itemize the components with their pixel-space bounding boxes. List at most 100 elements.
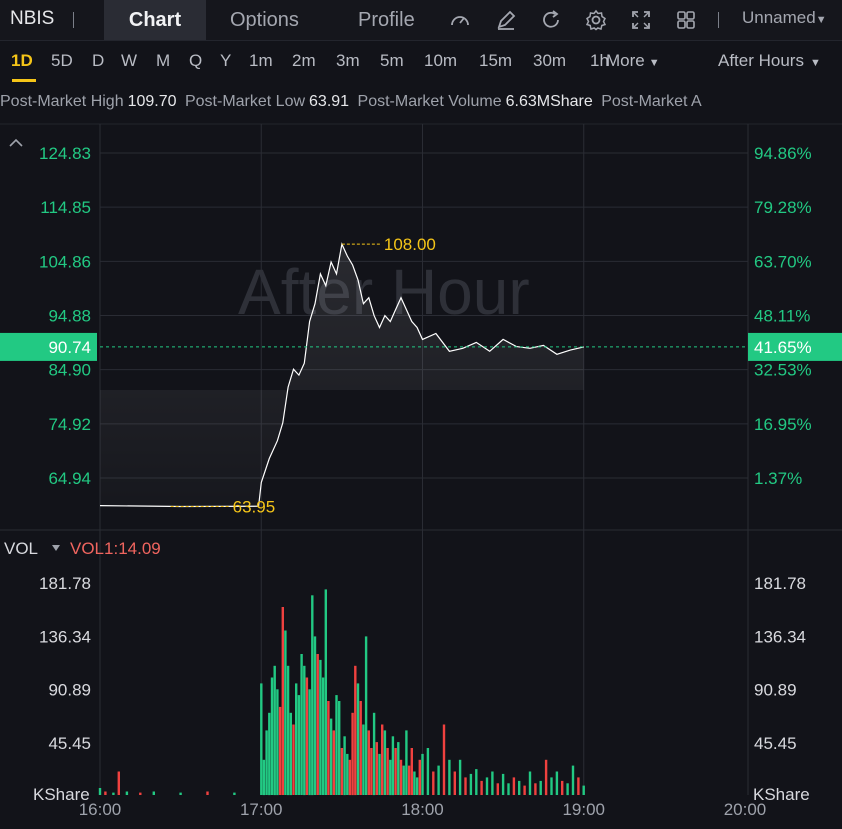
x-axis-tick-label: 17:00 [240, 800, 283, 819]
volume-bar [300, 654, 303, 795]
volume-bar [292, 724, 295, 795]
price-axis-label: 94.88 [48, 307, 91, 326]
volume-bar [356, 683, 360, 795]
volume-bar [297, 695, 301, 795]
volume-bar [577, 777, 580, 795]
low-marker-label: 63.95 [233, 497, 276, 516]
price-axis-label: 124.83 [39, 144, 91, 163]
volume-axis-label-right: 136.34 [754, 627, 806, 646]
volume-bar [528, 771, 532, 795]
volume-bar [426, 748, 430, 795]
volume-bar [389, 759, 392, 796]
price-axis-label: 64.94 [48, 469, 91, 488]
volume-bar [289, 712, 292, 796]
volume-bar [418, 759, 421, 796]
volume-bar [316, 654, 319, 795]
volume-bar [308, 689, 311, 796]
volume-bar [370, 748, 373, 795]
volume-bar [469, 773, 473, 795]
volume-indicator-value: VOL1:14.09 [70, 539, 161, 558]
volume-bar [117, 771, 120, 795]
volume-bar [534, 783, 537, 796]
volume-bar [270, 677, 274, 795]
volume-indicator-label[interactable]: VOL [4, 539, 38, 558]
volume-dropdown-caret-icon[interactable] [52, 545, 60, 551]
volume-bar [260, 683, 263, 795]
volume-bar [354, 665, 357, 796]
volume-axis-label-right: 181.78 [754, 574, 806, 593]
volume-bar [407, 765, 411, 795]
volume-bar [561, 780, 564, 795]
volume-bar [501, 773, 505, 795]
price-axis-label: 74.92 [48, 415, 91, 434]
volume-bar [378, 753, 381, 795]
volume-bar [421, 753, 424, 795]
volume-bar [324, 589, 327, 795]
volume-bar [311, 595, 314, 796]
volume-bar [475, 769, 478, 795]
volume-bar [265, 730, 268, 795]
volume-bar [332, 730, 335, 795]
volume-bar [523, 785, 526, 795]
volume-bar [555, 771, 559, 795]
volume-bar [571, 765, 575, 795]
volume-bar [582, 785, 585, 795]
volume-bar [415, 777, 419, 795]
volume-bar [104, 791, 107, 795]
high-marker-label: 108.00 [384, 235, 436, 254]
volume-bar [464, 777, 467, 795]
volume-bar [152, 791, 155, 795]
volume-bar [375, 742, 378, 795]
volume-bar [206, 791, 209, 795]
volume-bar [112, 792, 115, 795]
collapse-chevron-icon[interactable] [9, 138, 23, 147]
volume-bar [518, 780, 521, 795]
price-axis-label: 114.85 [40, 198, 91, 217]
volume-axis-label: 136.34 [39, 627, 91, 646]
volume-axis-label: 181.78 [39, 574, 91, 593]
volume-bar [399, 759, 403, 796]
percent-axis-label: 79.28% [754, 198, 812, 217]
volume-bar [362, 724, 365, 795]
volume-bar [381, 724, 384, 795]
volume-bar [305, 677, 309, 795]
percent-axis-label: 1.37% [754, 469, 802, 488]
volume-bar [566, 783, 569, 796]
x-axis-tick-label: 18:00 [401, 800, 444, 819]
volume-bar [327, 701, 330, 795]
volume-bar [485, 777, 489, 795]
percent-axis-label: 32.53% [754, 361, 812, 380]
current-percent-value: 41.65% [754, 338, 812, 357]
volume-bar [391, 736, 395, 796]
volume-bar [413, 771, 416, 795]
volume-bar [410, 748, 413, 795]
volume-bar [372, 712, 376, 796]
volume-unit-right: KShare [753, 785, 810, 804]
volume-bar [351, 712, 354, 796]
x-axis-tick-label: 19:00 [562, 800, 605, 819]
volume-bar [98, 788, 102, 795]
volume-bar [539, 780, 542, 795]
volume-bar [405, 730, 408, 795]
volume-bar [276, 689, 279, 796]
volume-bar [491, 771, 494, 795]
volume-axis-label-right: 45.45 [754, 734, 797, 753]
volume-bar [335, 695, 338, 795]
price-axis-label: 104.86 [39, 252, 91, 271]
volume-bar [284, 630, 287, 795]
volume-bar [281, 607, 284, 795]
volume-bar [448, 759, 451, 796]
volume-bar [329, 718, 333, 795]
percent-axis-label: 63.70% [754, 252, 812, 271]
volume-bar [262, 759, 266, 796]
volume-bar [496, 783, 499, 796]
volume-bar [480, 780, 483, 795]
volume-bar [364, 636, 368, 795]
volume-bar [278, 706, 282, 795]
volume-bar [313, 636, 317, 795]
volume-bar [383, 730, 387, 795]
volume-bar [268, 712, 271, 796]
volume-axis-label-right: 90.89 [754, 681, 797, 700]
price-volume-chart[interactable]: After Hour 90.74 41.65%108.0063.95 16:00 1… [0, 0, 842, 829]
volume-bar [359, 701, 362, 795]
